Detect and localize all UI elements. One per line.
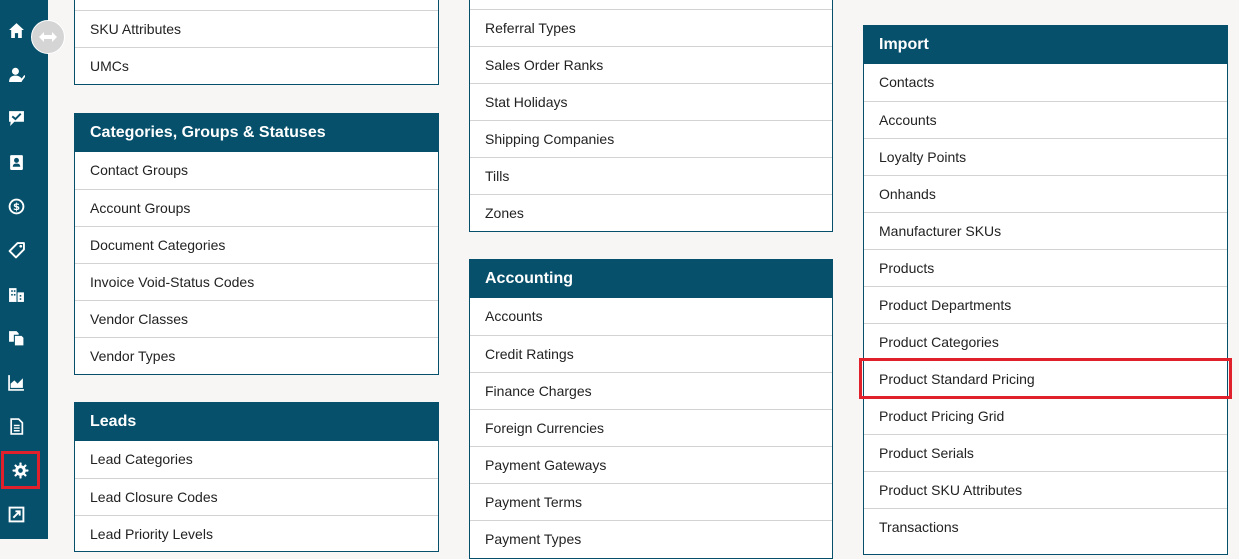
list-item[interactable]: SKU Attributes (75, 10, 438, 47)
address-book-icon (9, 154, 23, 170)
list-item[interactable]: Contact Groups (75, 152, 438, 189)
sidebar-item-documents[interactable] (0, 322, 32, 354)
svg-text:$: $ (12, 202, 19, 213)
list-item[interactable]: Invoice Void-Status Codes (75, 263, 438, 300)
sidebar-item-tasks[interactable] (0, 102, 32, 134)
sidebar-item-companies[interactable] (0, 278, 32, 310)
list-item[interactable]: Payment Gateways (470, 446, 832, 483)
sidebar-collapse-toggle[interactable] (31, 20, 65, 54)
file-icon (9, 417, 23, 435)
leads-panel: Leads Lead Categories Lead Closure Codes… (74, 402, 439, 552)
building-icon (8, 287, 24, 302)
sidebar-item-finance[interactable]: $ (0, 190, 32, 222)
list-item[interactable]: Manufacturer SKUs (864, 212, 1227, 249)
list-item[interactable]: Referral Types (470, 9, 832, 46)
list-item[interactable]: Credit Ratings (470, 335, 832, 372)
list-item[interactable]: Onhands (864, 175, 1227, 212)
import-panel: Import Contacts Accounts Loyalty Points … (859, 25, 1232, 555)
sidebar-item-address-book[interactable] (0, 146, 32, 178)
user-icon (8, 67, 25, 82)
misc-panel: Referral Types Sales Order Ranks Stat Ho… (469, 0, 833, 232)
sidebar-item-home[interactable] (0, 14, 32, 46)
copy-icon (8, 330, 24, 346)
external-link-icon (8, 506, 24, 522)
list-item[interactable]: Sales Order Ranks (470, 46, 832, 83)
list-item[interactable]: Product Pricing Grid (864, 397, 1227, 434)
list-item[interactable]: Document Categories (75, 226, 438, 263)
panel-title: Accounting (470, 260, 832, 298)
list-item[interactable]: Finance Charges (470, 372, 832, 409)
products-panel: SKU Attributes UMCs (74, 0, 439, 85)
sidebar-item-products[interactable] (0, 234, 32, 266)
list-item[interactable]: Loyalty Points (864, 138, 1227, 175)
sidebar-item-external[interactable] (0, 498, 32, 530)
panel-title: Categories, Groups & Statuses (75, 114, 438, 152)
list-item[interactable]: Product SKU Attributes (864, 471, 1227, 508)
home-icon (8, 22, 24, 38)
list-item[interactable]: Transactions (864, 508, 1227, 545)
sidebar-item-settings[interactable] (1, 451, 40, 489)
list-item[interactable]: Shipping Companies (470, 120, 832, 157)
list-item[interactable]: Vendor Classes (75, 300, 438, 337)
list-item[interactable]: Account Groups (75, 189, 438, 226)
chat-check-icon (8, 110, 24, 126)
import-product-standard-pricing[interactable]: Product Standard Pricing (859, 358, 1232, 399)
categories-panel: Categories, Groups & Statuses Contact Gr… (74, 113, 439, 375)
tag-icon (8, 241, 25, 258)
sidebar-item-reports[interactable] (0, 366, 32, 398)
sidebar-item-files[interactable] (0, 410, 32, 442)
list-item[interactable]: Tills (470, 157, 832, 194)
sidebar-item-contacts[interactable] (0, 58, 32, 90)
list-item[interactable]: Accounts (864, 101, 1227, 138)
list-item[interactable]: Products (864, 249, 1227, 286)
list-item[interactable]: Foreign Currencies (470, 409, 832, 446)
list-item[interactable]: Product Categories (864, 323, 1227, 360)
list-item[interactable]: Product Serials (864, 434, 1227, 471)
dollar-icon: $ (8, 198, 24, 214)
list-item[interactable]: Accounts (470, 298, 832, 335)
list-item[interactable]: Contacts (864, 64, 1227, 101)
expand-arrows-icon (39, 32, 57, 42)
list-item[interactable]: Lead Closure Codes (75, 478, 438, 515)
list-item[interactable]: Product Departments (864, 286, 1227, 323)
chart-icon (7, 374, 24, 391)
list-item[interactable]: Zones (470, 194, 832, 231)
panel-title: Import (864, 26, 1227, 64)
panel-title: Leads (75, 403, 438, 441)
list-item[interactable]: Stat Holidays (470, 83, 832, 120)
list-item[interactable]: Lead Priority Levels (75, 515, 438, 552)
list-item[interactable]: Lead Categories (75, 441, 438, 478)
list-item[interactable]: Vendor Types (75, 337, 438, 374)
list-item[interactable]: UMCs (75, 47, 438, 84)
list-item[interactable]: Payment Terms (470, 483, 832, 520)
gear-icon (12, 462, 29, 478)
sidebar: $ (0, 0, 48, 539)
accounting-panel: Accounting Accounts Credit Ratings Finan… (469, 259, 833, 559)
